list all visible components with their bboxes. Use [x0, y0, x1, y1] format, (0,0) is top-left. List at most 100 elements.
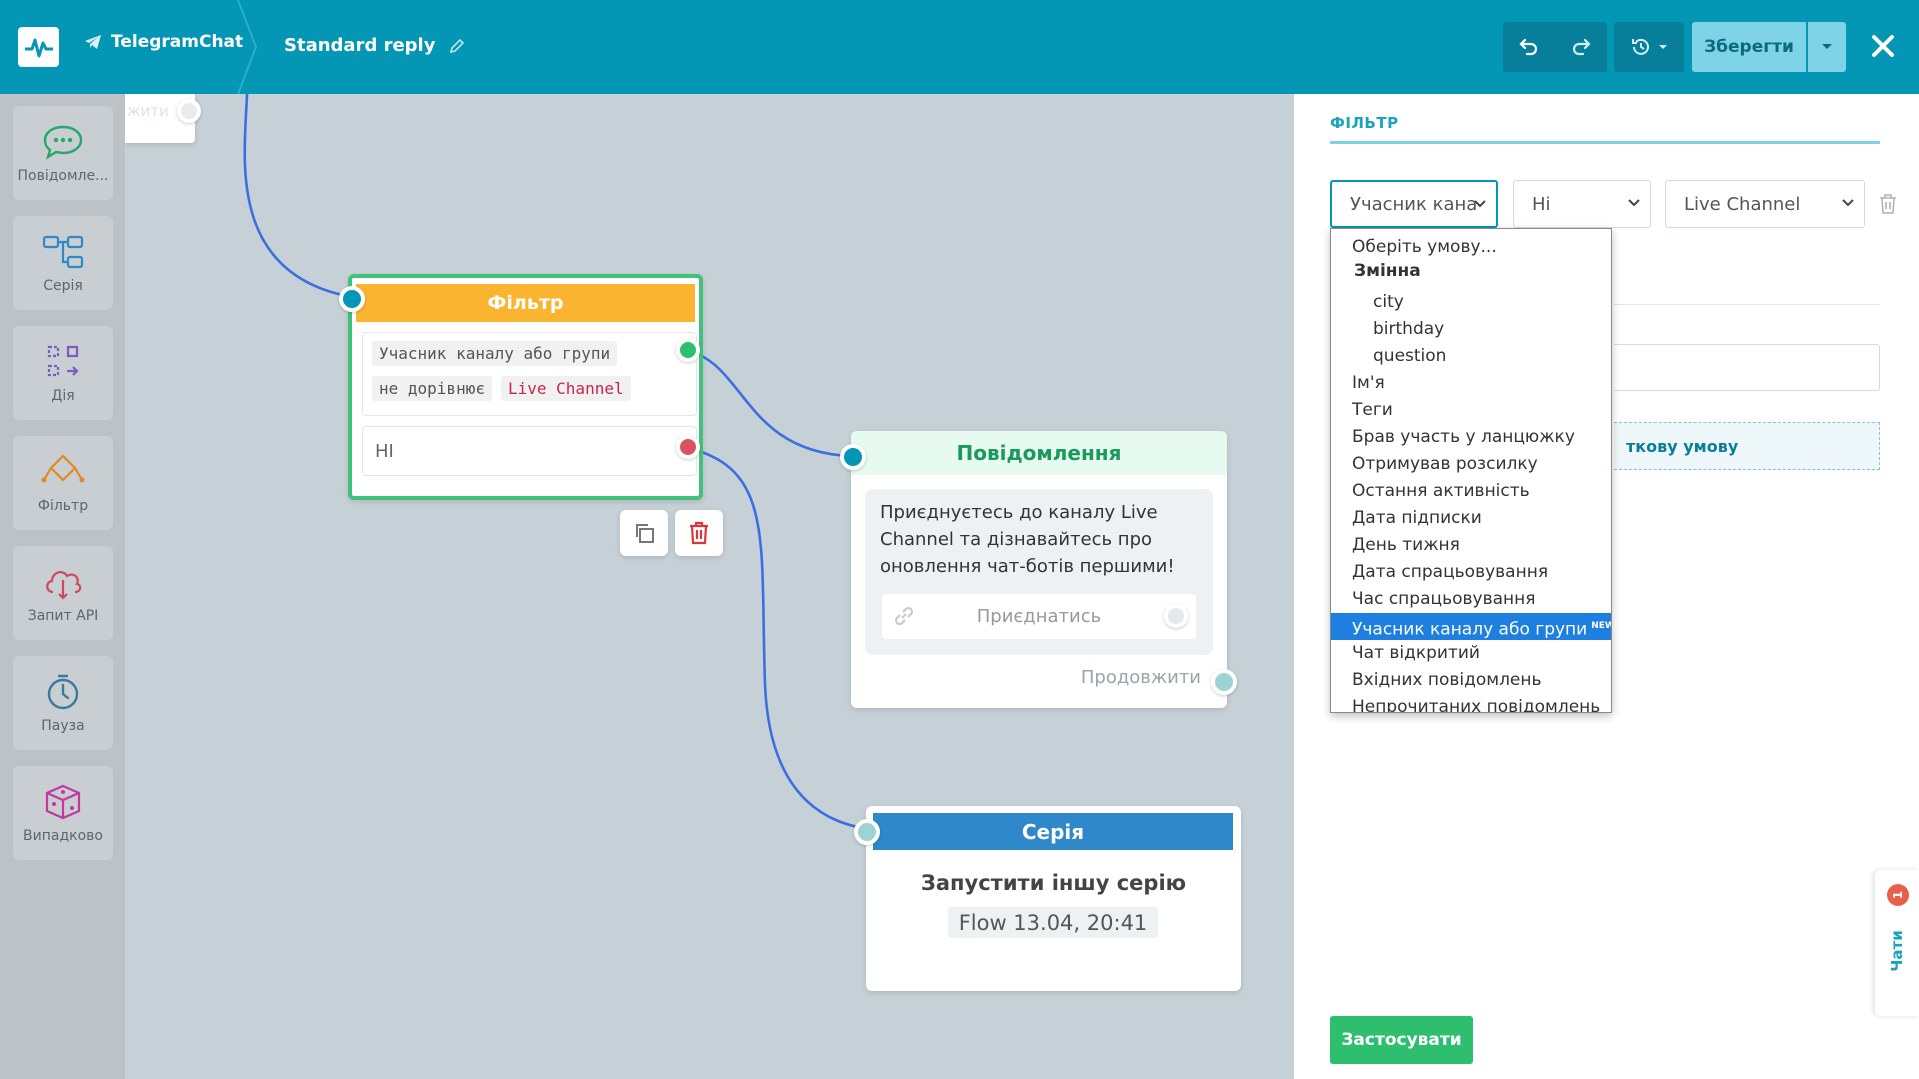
- cloud-api-icon: [46, 571, 82, 600]
- filter-node[interactable]: Фільтр Учасник каналу або групи не дорів…: [348, 274, 703, 500]
- message-bubble[interactable]: Приєднуєтесь до каналу Live Channel та д…: [865, 489, 1213, 655]
- undo-redo-group: [1503, 22, 1607, 72]
- condition-value: Live Channel: [501, 376, 631, 401]
- message-text: Приєднуєтесь до каналу Live Channel та д…: [880, 502, 1175, 577]
- dropdown-option[interactable]: city: [1331, 289, 1611, 316]
- palette-item-series[interactable]: Серія: [13, 216, 113, 310]
- series-flow-name: Flow 13.04, 20:41: [948, 907, 1158, 938]
- dropdown-option[interactable]: Брав участь у ланцюжку: [1331, 424, 1611, 451]
- edit-pencil-icon[interactable]: [449, 38, 465, 54]
- series-action: Запустити іншу серію: [920, 871, 1187, 895]
- undo-button[interactable]: [1503, 37, 1555, 57]
- palette-item-api-request[interactable]: Запит API: [13, 546, 113, 640]
- section-underline: [1330, 141, 1880, 144]
- text-input[interactable]: [1614, 344, 1880, 391]
- input-port[interactable]: [840, 444, 866, 470]
- palette-item-filter[interactable]: Фільтр: [13, 436, 113, 530]
- series-node[interactable]: Серія Запустити іншу серію Flow 13.04, 2…: [866, 806, 1241, 991]
- chevron-down-icon: [1659, 45, 1667, 49]
- connection-line: [687, 446, 867, 831]
- save-button[interactable]: Зберегти: [1692, 22, 1806, 72]
- connection-line: [687, 349, 852, 458]
- palette-item-message[interactable]: Повідомле...: [13, 106, 113, 200]
- chat-bubble-icon: [43, 125, 83, 160]
- dropdown-option[interactable]: Дата підписки: [1331, 505, 1611, 532]
- option-label: Учасник каналу або групи: [1352, 619, 1588, 640]
- delete-node-button[interactable]: [675, 510, 723, 556]
- dropdown-option[interactable]: birthday: [1331, 316, 1611, 343]
- filter-condition[interactable]: Учасник каналу або групи не дорівнює Liv…: [362, 332, 697, 416]
- dropdown-option[interactable]: День тижня: [1331, 532, 1611, 559]
- history-button[interactable]: [1614, 22, 1684, 72]
- dice-icon: [45, 784, 81, 820]
- continue-label: Продовжити: [1080, 667, 1201, 688]
- delete-condition-button[interactable]: [1879, 194, 1897, 218]
- dropdown-option[interactable]: Остання активність: [1331, 478, 1611, 505]
- condition-field-select[interactable]: Учасник кана: [1330, 180, 1498, 228]
- continue-output-port[interactable]: [1211, 669, 1237, 695]
- palette-item-action[interactable]: Дія: [13, 326, 113, 420]
- close-button[interactable]: [1866, 28, 1900, 64]
- dropdown-placeholder[interactable]: Оберіть умову...: [1331, 235, 1611, 259]
- dropdown-group-label: Змінна: [1354, 261, 1421, 281]
- button-output-port[interactable]: [1164, 604, 1188, 628]
- flow-name-label: Standard reply: [284, 35, 436, 56]
- filter-else-branch[interactable]: НІ: [362, 426, 697, 476]
- copy-node-button[interactable]: [620, 510, 668, 556]
- action-icon: [47, 345, 79, 377]
- palette-item-pause[interactable]: Пауза: [13, 656, 113, 750]
- palette-item-label: Пауза: [41, 718, 85, 734]
- message-node-title: Повідомлення: [851, 431, 1227, 475]
- dropdown-option-selected[interactable]: Учасник каналу або групиNEW: [1331, 613, 1611, 640]
- bot-name[interactable]: TelegramChat: [84, 32, 243, 52]
- undo-icon: [1519, 38, 1538, 56]
- message-node[interactable]: Повідомлення Приєднуєтесь до каналу Live…: [851, 431, 1227, 708]
- chevron-down-icon: [1628, 199, 1640, 207]
- chats-tab-label: Чати: [1888, 930, 1906, 972]
- palette-item-label: Фільтр: [37, 498, 89, 514]
- series-node-title: Серія: [873, 813, 1233, 850]
- redo-button[interactable]: [1555, 37, 1607, 57]
- dropdown-option[interactable]: Час спрацьовування: [1331, 586, 1611, 613]
- add-condition-button[interactable]: ткову умову: [1614, 422, 1880, 470]
- filter-node-title: Фільтр: [356, 284, 695, 322]
- chats-tab[interactable]: 1 Чати: [1875, 870, 1919, 1016]
- input-port[interactable]: [339, 286, 365, 312]
- dropdown-option[interactable]: Отримував розсилку: [1331, 451, 1611, 478]
- panel-section-title: ФІЛЬТР: [1330, 114, 1399, 132]
- dropdown-option[interactable]: Чат відкритий: [1331, 640, 1611, 667]
- copy-icon: [636, 524, 654, 543]
- dropdown-option[interactable]: Вхідних повідомлень: [1331, 667, 1611, 694]
- dropdown-option[interactable]: Непрочитаних повідомлень: [1331, 694, 1611, 712]
- input-port[interactable]: [854, 819, 880, 845]
- dropdown-option[interactable]: Теги: [1331, 397, 1611, 424]
- block-palette: Повідомле... Серія Дія Фільтр Запит API …: [0, 94, 125, 1079]
- dropdown-option[interactable]: question: [1331, 343, 1611, 370]
- output-port[interactable]: [177, 99, 201, 123]
- condition-field-dropdown[interactable]: Оберіть умову... Змінна city birthday qu…: [1330, 228, 1612, 713]
- apply-button[interactable]: Застосувати: [1330, 1016, 1473, 1064]
- palette-item-label: Повідомле...: [17, 168, 109, 184]
- dropdown-option[interactable]: Дата спрацьовування: [1331, 559, 1611, 586]
- dropdown-option[interactable]: Ім'я: [1331, 370, 1611, 397]
- trash-icon: [690, 521, 708, 545]
- close-icon: [1872, 35, 1894, 57]
- breadcrumb-separator: [237, 0, 258, 94]
- trash-icon: [1880, 194, 1896, 214]
- message-inline-button[interactable]: Приєднатись: [882, 594, 1196, 639]
- chevron-down-icon: [1474, 200, 1486, 208]
- condition-value-select[interactable]: Live Channel: [1665, 180, 1865, 228]
- false-output-port[interactable]: [676, 435, 700, 459]
- save-options-button[interactable]: [1808, 22, 1846, 72]
- chevron-down-icon: [1822, 44, 1832, 49]
- add-condition-label: ткову умову: [1626, 436, 1739, 456]
- true-output-port[interactable]: [676, 338, 700, 362]
- palette-item-random[interactable]: Випадково: [13, 766, 113, 860]
- flow-canvas[interactable]: жити Фільтр Учасник каналу або групи не …: [125, 94, 1294, 1079]
- palette-item-label: Серія: [43, 278, 83, 294]
- palette-item-label: Дія: [51, 388, 75, 404]
- palette-item-label: Випадково: [23, 828, 103, 844]
- history-icon: [1632, 38, 1649, 55]
- app-logo[interactable]: [18, 27, 59, 67]
- condition-operator-select[interactable]: Ні: [1513, 180, 1651, 228]
